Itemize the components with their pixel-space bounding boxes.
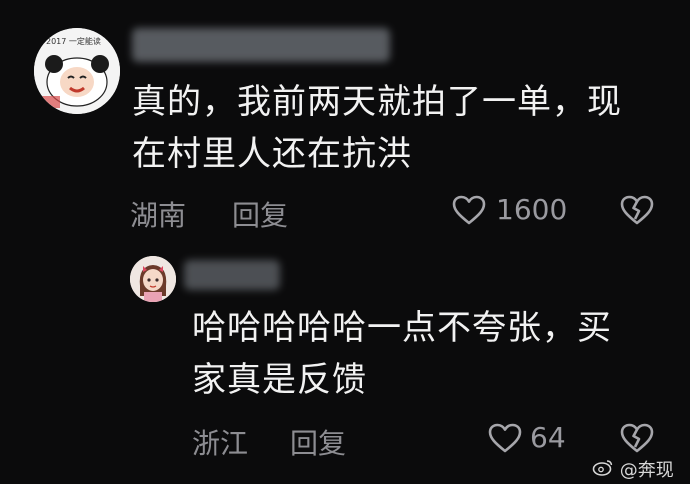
panda-meme-avatar: 2017 一定能读 (34, 28, 120, 114)
anime-girl-avatar (130, 256, 176, 302)
like-count: 64 (530, 421, 566, 454)
watermark-handle: @奔现 (619, 460, 674, 481)
comment-text: 真的，我前两天就拍了一单，现 在村里人还在抗洪 (132, 76, 622, 180)
weibo-watermark: @奔现 (592, 456, 674, 482)
reply-button[interactable]: 回复 (290, 422, 346, 462)
comment-line: 家真是反馈 (192, 360, 367, 400)
avatar-caption: 2017 一定能读 (46, 36, 101, 46)
comment-line: 在村里人还在抗洪 (132, 134, 412, 174)
username-blurred[interactable] (184, 260, 280, 290)
user-avatar[interactable]: 2017 一定能读 (34, 28, 120, 114)
ip-location: 浙江 (192, 427, 249, 460)
like-count: 1600 (496, 193, 568, 226)
weibo-logo-icon (592, 458, 614, 481)
comment-line: 真的，我前两天就拍了一单，现 (132, 82, 622, 122)
reply-button[interactable]: 回复 (232, 194, 288, 234)
broken-heart-icon[interactable] (620, 423, 654, 457)
user-avatar[interactable] (130, 256, 176, 302)
heart-outline-icon[interactable] (488, 423, 522, 457)
broken-heart-icon[interactable] (620, 195, 654, 229)
comment-line: 哈哈哈哈哈一点不夸张，买 (192, 308, 612, 348)
username-blurred[interactable] (132, 28, 390, 62)
heart-outline-icon[interactable] (452, 195, 486, 229)
ip-location: 湖南 (130, 199, 187, 232)
comment-text: 哈哈哈哈哈一点不夸张，买 家真是反馈 (192, 302, 612, 406)
